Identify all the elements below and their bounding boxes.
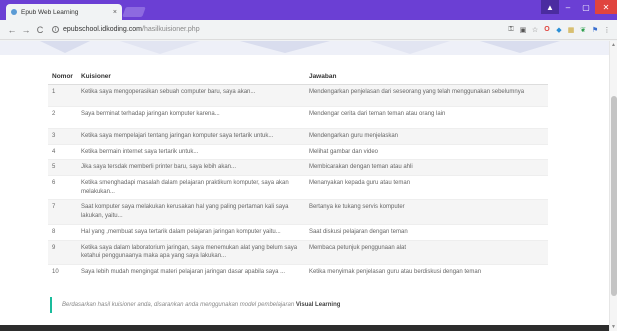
favicon-icon: [11, 9, 17, 15]
row-answer: Mendengar cerita dari teman teman atau o…: [304, 106, 548, 129]
row-number: 2: [48, 106, 77, 129]
browser-tab[interactable]: Epub Web Learning ×: [6, 4, 122, 20]
row-answer: Ketika menyimak penjelasan guru atau ber…: [304, 263, 548, 287]
row-number: 7: [48, 199, 77, 225]
tab-title: Epub Web Learning: [21, 8, 79, 16]
cast-icon[interactable]: ▣: [519, 26, 527, 34]
row-number: 6: [48, 175, 77, 200]
row-answer: Melihat gambar dan video: [304, 143, 548, 160]
row-question: Saya berminat terhadap jaringan komputer…: [76, 106, 305, 129]
extension-icons: ⚿ ▣ ☆ O ◆ ▦ ❦ ⚑ ⋮: [507, 26, 611, 34]
info-icon[interactable]: i: [52, 26, 59, 33]
row-number: 8: [48, 223, 77, 240]
scroll-up-icon[interactable]: ▲: [611, 42, 616, 48]
browser-title-bar: Epub Web Learning × ▲ – ▢ ✕: [0, 0, 617, 20]
reload-button[interactable]: C: [34, 25, 46, 35]
table-row: 3 Ketika saya mempelajari tentang jaring…: [48, 128, 548, 145]
row-number: 10: [48, 263, 77, 287]
menu-icon[interactable]: ⋮: [603, 26, 611, 34]
table-row: 10 Saya lebih mudah mengingat materi pel…: [48, 263, 548, 287]
star-icon[interactable]: ☆: [531, 26, 539, 34]
recommendation-text: Berdasarkan hasil kuisioner anda, disara…: [62, 302, 295, 308]
row-answer: Saat diskusi pelajaran dengan teman: [304, 223, 548, 240]
row-number: 1: [48, 84, 77, 107]
key-icon[interactable]: ⚿: [507, 26, 515, 34]
url-path: /hasilkuisioner.php: [142, 26, 200, 33]
row-number: 3: [48, 128, 77, 145]
row-number: 5: [48, 159, 77, 176]
page-scrollbar[interactable]: ▲ ▼: [609, 41, 617, 331]
row-question: Saat komputer saya melakukan kerusakan h…: [76, 199, 305, 225]
url-host: epubschool.idkoding.com: [63, 26, 142, 33]
page-footer: [0, 325, 609, 331]
row-question: Ketika bermain internet saya tertarik un…: [76, 143, 305, 160]
header-jawaban: Jawaban: [304, 69, 548, 85]
row-answer: Membaca petunjuk penggunaan alat: [304, 239, 548, 265]
row-question: Ketika saya dalam laboratorium jaringan,…: [76, 239, 305, 265]
page-content: Nomor Kuisioner Jawaban 1 Ketika saya me…: [0, 41, 609, 331]
recommendation-note: Berdasarkan hasil kuisioner anda, disara…: [50, 297, 340, 313]
window-controls: ▲ – ▢ ✕: [541, 0, 617, 14]
profile-icon[interactable]: ▲: [541, 0, 559, 14]
row-question: Ketika saya mempelajari tentang jaringan…: [76, 128, 305, 145]
table-row: 6 Ketika smenghadapi masalah dalam pelaj…: [48, 175, 548, 200]
row-question: Jika saya tersdak memberli printer baru,…: [76, 159, 305, 176]
header-kuisioner: Kuisioner: [76, 69, 305, 85]
table-row: 5 Jika saya tersdak memberli printer bar…: [48, 159, 548, 176]
header-banner: [0, 41, 609, 55]
row-question: Ketika saya mengoperasikan sebuah comput…: [76, 84, 305, 107]
new-tab-button[interactable]: [122, 7, 146, 17]
row-answer: Membicarakan dengan teman atau ahli: [304, 159, 548, 176]
row-number: 4: [48, 143, 77, 160]
close-window-button[interactable]: ✕: [595, 0, 617, 14]
extension-grid-icon[interactable]: ▦: [567, 26, 575, 34]
header-nomor: Nomor: [48, 69, 77, 85]
row-question: Hal yang ,membuat saya tertarik dalam pe…: [76, 223, 305, 240]
row-answer: Bertanya ke tukang servis komputer: [304, 199, 548, 225]
table-row: 2 Saya berminat terhadap jaringan komput…: [48, 106, 548, 129]
forward-button[interactable]: →: [20, 25, 32, 35]
table-row: 4 Ketika bermain internet saya tertarik …: [48, 143, 548, 160]
row-answer: Mendengarkan guru menjelaskan: [304, 128, 548, 145]
row-number: 9: [48, 239, 77, 265]
tab-close-icon[interactable]: ×: [113, 9, 117, 16]
table-row: 1 Ketika saya mengoperasikan sebuah comp…: [48, 84, 548, 107]
flag-icon[interactable]: ⚑: [591, 26, 599, 34]
row-answer: Menanyakan kepada guru atau teman: [304, 175, 548, 200]
table-row: 8 Hal yang ,membuat saya tertarik dalam …: [48, 223, 548, 240]
row-question: Ketika smenghadapi masalah dalam pelajar…: [76, 175, 305, 200]
scrollbar-thumb[interactable]: [611, 96, 617, 296]
drive-icon[interactable]: ◆: [555, 26, 563, 34]
minimize-button[interactable]: –: [559, 0, 577, 14]
opera-icon[interactable]: O: [543, 26, 551, 34]
maximize-button[interactable]: ▢: [577, 0, 595, 14]
table-row: 7 Saat komputer saya melakukan kerusakan…: [48, 199, 548, 225]
questionnaire-table: Nomor Kuisioner Jawaban 1 Ketika saya me…: [48, 69, 548, 287]
scroll-down-icon[interactable]: ▼: [611, 324, 616, 330]
leaf-icon[interactable]: ❦: [579, 26, 587, 34]
row-answer: Mendengarkan penjelasan dari seseorang y…: [304, 84, 548, 107]
address-bar[interactable]: i epubschool.idkoding.com/hasilkuisioner…: [52, 23, 501, 37]
browser-toolbar: ← → C i epubschool.idkoding.com/hasilkui…: [0, 20, 617, 40]
row-question: Saya lebih mudah mengingat materi pelaja…: [76, 263, 305, 287]
table-row: 9 Ketika saya dalam laboratorium jaringa…: [48, 239, 548, 265]
back-button[interactable]: ←: [6, 25, 18, 35]
table-header-row: Nomor Kuisioner Jawaban: [48, 69, 548, 85]
recommended-model: Visual Learning: [295, 302, 341, 308]
